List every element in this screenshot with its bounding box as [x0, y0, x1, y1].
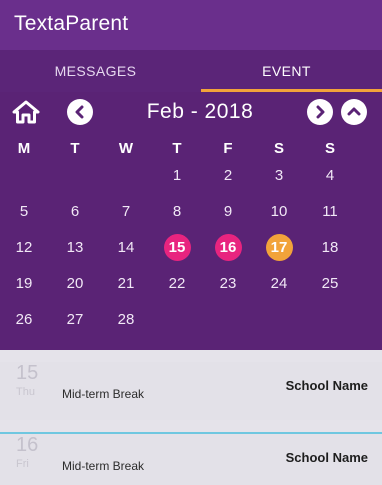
tab-messages[interactable]: MESSAGES: [0, 50, 191, 92]
event-item[interactable]: 15 Thu Mid-term Break School Name: [0, 362, 382, 420]
day-number: 5: [19, 203, 29, 220]
event-list: 15 Thu Mid-term Break School Name 16 Fri…: [0, 350, 382, 485]
event-date: 15: [16, 362, 39, 384]
calendar-day[interactable]: 6: [55, 198, 95, 226]
prev-month-button[interactable]: [67, 99, 93, 125]
calendar-day[interactable]: 26: [4, 306, 44, 334]
event-school: School Name: [285, 450, 368, 465]
day-number: 8: [172, 203, 182, 220]
calendar-day[interactable]: 1: [157, 162, 197, 190]
day-number: 18: [321, 239, 339, 256]
day-number: 11: [322, 203, 338, 220]
day-number: 26: [15, 311, 33, 328]
day-number: 6: [70, 203, 80, 220]
day-number: 2: [223, 167, 233, 184]
calendar-day[interactable]: 9: [208, 198, 248, 226]
event-title: Mid-term Break: [62, 387, 145, 401]
calendar-day[interactable]: 8: [157, 198, 197, 226]
app-title: TextaParent: [14, 12, 129, 35]
weekday-label: W: [118, 140, 134, 157]
day-number: 4: [325, 167, 335, 184]
calendar-day[interactable]: 7: [106, 198, 146, 226]
day-number: 28: [117, 311, 135, 328]
calendar-day[interactable]: 28: [106, 306, 146, 334]
event-date: 16: [16, 434, 39, 456]
day-number: 21: [117, 275, 135, 292]
calendar-day[interactable]: 4: [310, 162, 350, 190]
home-button[interactable]: [12, 100, 40, 124]
day-number: 12: [15, 239, 33, 256]
day-number: 22: [168, 275, 186, 292]
calendar-day[interactable]: 17: [259, 234, 299, 262]
collapse-calendar-button[interactable]: [341, 99, 367, 125]
day-number: 10: [270, 203, 288, 220]
event-title: Mid-term Break: [62, 459, 145, 473]
weekday-header: M T W T F S S: [0, 140, 382, 162]
calendar-day[interactable]: 27: [55, 306, 95, 334]
calendar-day[interactable]: 12: [4, 234, 44, 262]
day-number: 3: [274, 167, 284, 184]
day-number: 13: [66, 239, 84, 256]
day-number: 9: [223, 203, 233, 220]
next-month-button[interactable]: [307, 99, 333, 125]
calendar-day[interactable]: 25: [310, 270, 350, 298]
calendar-day[interactable]: 15: [157, 234, 197, 262]
weekday-label: M: [17, 140, 31, 157]
calendar-day[interactable]: 5: [4, 198, 44, 226]
day-number: 27: [66, 311, 84, 328]
calendar-day[interactable]: 19: [4, 270, 44, 298]
chevron-left-icon: [75, 105, 84, 119]
day-number: 25: [321, 275, 339, 292]
calendar-day[interactable]: 3: [259, 162, 299, 190]
chevron-up-icon: [347, 107, 361, 116]
calendar-day[interactable]: 18: [310, 234, 350, 262]
day-grid: 1 2 3 4 5 6 7 8 9 10 11 12 13 14 15 16 17 18 19 20 21 22 23 24 2…: [0, 162, 382, 342]
weekday-label: F: [223, 140, 233, 157]
day-number: 16: [219, 239, 237, 256]
app-screen: TextaParent MESSAGES EVENT Feb - 2018 M …: [0, 0, 382, 485]
weekday-label: T: [172, 140, 182, 157]
event-school: School Name: [285, 378, 368, 393]
weekday-label: S: [324, 140, 335, 157]
home-icon: [12, 100, 40, 124]
day-number: 20: [66, 275, 84, 292]
calendar-day[interactable]: 11: [310, 198, 350, 226]
day-number: 15: [168, 239, 186, 256]
day-number: 14: [117, 239, 135, 256]
app-header: TextaParent: [0, 0, 382, 50]
calendar-day[interactable]: 13: [55, 234, 95, 262]
event-item[interactable]: 16 Fri Mid-term Break School Name: [0, 434, 382, 485]
chevron-right-icon: [316, 105, 325, 119]
tab-event[interactable]: EVENT: [191, 50, 382, 92]
calendar-day[interactable]: 20: [55, 270, 95, 298]
month-label: Feb - 2018: [146, 100, 254, 123]
calendar-day[interactable]: 24: [259, 270, 299, 298]
day-number: 19: [15, 275, 33, 292]
day-number: 23: [219, 275, 237, 292]
event-weekday: Fri: [16, 458, 29, 470]
calendar: Feb - 2018 M T W T F S S 1 2 3 4 5 6 7 8 9 10 11 12…: [0, 92, 382, 350]
calendar-day[interactable]: 14: [106, 234, 146, 262]
calendar-day[interactable]: 23: [208, 270, 248, 298]
day-number: 1: [172, 167, 182, 184]
day-number: 24: [270, 275, 288, 292]
calendar-nav: Feb - 2018: [0, 92, 382, 132]
calendar-day[interactable]: 2: [208, 162, 248, 190]
tab-bar: MESSAGES EVENT: [0, 50, 382, 92]
weekday-label: S: [273, 140, 284, 157]
day-number: 7: [121, 203, 131, 220]
weekday-label: T: [70, 140, 80, 157]
calendar-day[interactable]: 21: [106, 270, 146, 298]
calendar-day[interactable]: 22: [157, 270, 197, 298]
event-weekday: Thu: [16, 386, 35, 398]
calendar-day[interactable]: 10: [259, 198, 299, 226]
calendar-day[interactable]: 16: [208, 234, 248, 262]
day-number: 17: [270, 239, 288, 256]
